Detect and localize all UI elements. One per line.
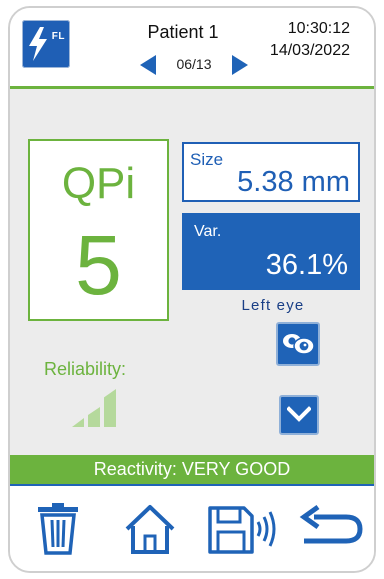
save-transmit-icon[interactable] — [206, 502, 278, 556]
qpi-value: 5 — [75, 218, 122, 312]
measurement-panel: QPi 5 Size 5.38 mm Var. 36.1% Left eye R… — [10, 89, 374, 455]
variation-card: Var. 36.1% — [182, 213, 360, 290]
expand-button[interactable] — [279, 395, 319, 435]
reliability-bar-2 — [88, 407, 100, 427]
size-label: Size — [190, 150, 224, 169]
clock-time: 10:30:12 — [287, 20, 350, 37]
eye-toggle-button[interactable] — [276, 322, 320, 366]
reactivity-status: Reactivity: VERY GOOD — [10, 455, 374, 484]
header: FL Patient 1 06/13 10:30:12 14/03/2022 — [10, 8, 374, 86]
reliability-bar-3 — [104, 389, 116, 427]
qpi-label: QPi — [61, 159, 136, 208]
return-arrow-icon[interactable] — [298, 502, 364, 556]
device-screen: FL Patient 1 06/13 10:30:12 14/03/2022 Q… — [8, 6, 376, 573]
next-button[interactable] — [228, 54, 250, 76]
trash-icon[interactable] — [34, 502, 82, 556]
clock-date: 14/03/2022 — [269, 42, 350, 59]
size-card: Size 5.38 mm — [182, 142, 360, 202]
footer-toolbar — [10, 486, 374, 571]
variation-value: 36.1% — [265, 249, 348, 281]
variation-label: Var. — [194, 223, 222, 240]
logo-text: FL — [51, 31, 65, 42]
qpi-card: QPi 5 — [28, 139, 169, 321]
size-value: 5.38 mm — [237, 166, 350, 198]
eyes-icon — [283, 334, 315, 355]
reliability-label: Reliability: — [44, 359, 127, 379]
lightning-bolt-icon — [29, 27, 47, 61]
app-logo: FL — [22, 20, 70, 68]
page-indicator: 06/13 — [176, 56, 212, 72]
chevron-down-icon — [287, 406, 311, 422]
reliability-signal-icon — [72, 389, 132, 427]
previous-button[interactable] — [138, 54, 160, 76]
home-icon[interactable] — [123, 502, 177, 556]
patient-navigation: 06/13 — [138, 52, 250, 76]
patient-name: Patient 1 — [147, 22, 219, 42]
reliability-bar-1 — [72, 418, 84, 427]
eye-label: Left eye — [241, 297, 305, 314]
